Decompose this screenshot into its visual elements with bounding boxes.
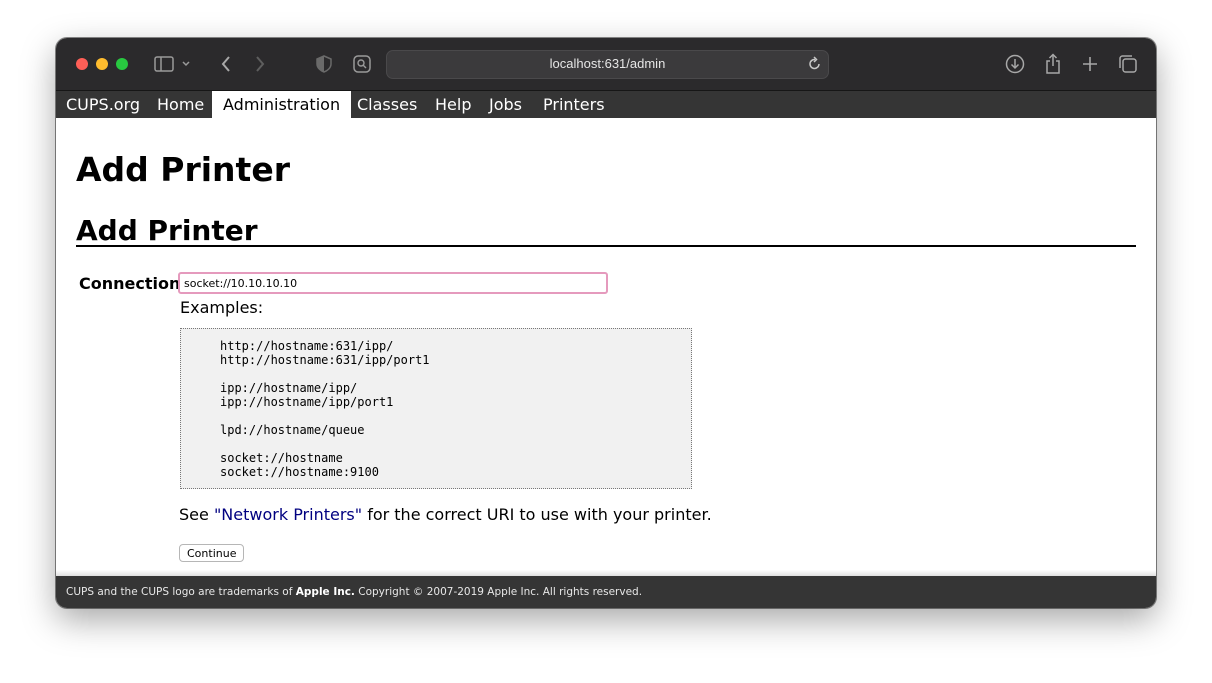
nav-item-help[interactable]: Help	[435, 91, 471, 118]
share-icon[interactable]	[1041, 52, 1065, 76]
url-text[interactable]: localhost:631/admin	[387, 56, 828, 71]
chevron-down-icon[interactable]	[179, 52, 193, 76]
nav-item-classes[interactable]: Classes	[357, 91, 417, 118]
download-icon[interactable]	[1003, 52, 1027, 76]
examples-box: http://hostname:631/ipp/ http://hostname…	[180, 328, 692, 489]
help-text: See "Network Printers" for the correct U…	[179, 505, 712, 524]
help-text-suffix: for the correct URI to use with your pri…	[362, 505, 712, 524]
nav-item-cups-org[interactable]: CUPS.org	[66, 91, 140, 118]
tab-overview-icon[interactable]	[1116, 52, 1140, 76]
example-uri: http://hostname:631/ipp/	[220, 339, 394, 353]
section-title: Add Printer	[76, 214, 258, 247]
nav-item-administration[interactable]: Administration	[212, 91, 352, 118]
browser-toolbar: localhost:631/admin	[56, 38, 1156, 91]
cups-navbar: CUPS.org Home Administration Classes Hel…	[56, 91, 1156, 118]
page-content: Add Printer Add Printer Connection: Exam…	[56, 118, 1156, 576]
footer-prefix: CUPS and the CUPS logo are trademarks of	[66, 586, 296, 598]
footer-suffix: Copyright © 2007-2019 Apple Inc. All rig…	[354, 586, 643, 598]
example-uri: socket://hostname	[220, 451, 343, 465]
forward-arrow-icon[interactable]	[248, 52, 272, 76]
nav-item-printers[interactable]: Printers	[543, 91, 605, 118]
address-bar[interactable]: localhost:631/admin	[386, 50, 829, 79]
privacy-shield-icon[interactable]	[312, 52, 336, 76]
sidebar-toggle-icon[interactable]	[152, 52, 176, 76]
reader-icon[interactable]	[350, 52, 374, 76]
example-uri: lpd://hostname/queue	[220, 423, 365, 437]
example-uri: ipp://hostname/ipp/port1	[220, 395, 394, 409]
reload-icon[interactable]	[808, 56, 822, 76]
close-window-button[interactable]	[76, 58, 88, 70]
browser-window: localhost:631/admin CUPS.org Home Admini…	[56, 38, 1156, 608]
help-text-prefix: See	[179, 505, 214, 524]
example-uri: ipp://hostname/ipp/	[220, 381, 358, 395]
example-uri: socket://hostname:9100	[220, 465, 379, 479]
connection-label: Connection:	[79, 274, 187, 293]
page-footer: CUPS and the CUPS logo are trademarks of…	[56, 576, 1156, 608]
nav-item-home[interactable]: Home	[157, 91, 204, 118]
page-title: Add Printer	[76, 150, 290, 189]
new-tab-plus-icon[interactable]	[1078, 52, 1102, 76]
examples-label: Examples:	[180, 298, 264, 317]
connection-input[interactable]	[178, 272, 608, 294]
footer-company: Apple Inc.	[295, 586, 355, 598]
section-divider	[76, 245, 1136, 247]
network-printers-link[interactable]: "Network Printers"	[214, 505, 362, 524]
continue-button[interactable]: Continue	[179, 544, 245, 562]
back-arrow-icon[interactable]	[214, 52, 238, 76]
minimize-window-button[interactable]	[96, 58, 108, 70]
example-uri: http://hostname:631/ipp/port1	[220, 353, 430, 367]
zoom-window-button[interactable]	[116, 58, 128, 70]
nav-item-jobs[interactable]: Jobs	[489, 91, 522, 118]
